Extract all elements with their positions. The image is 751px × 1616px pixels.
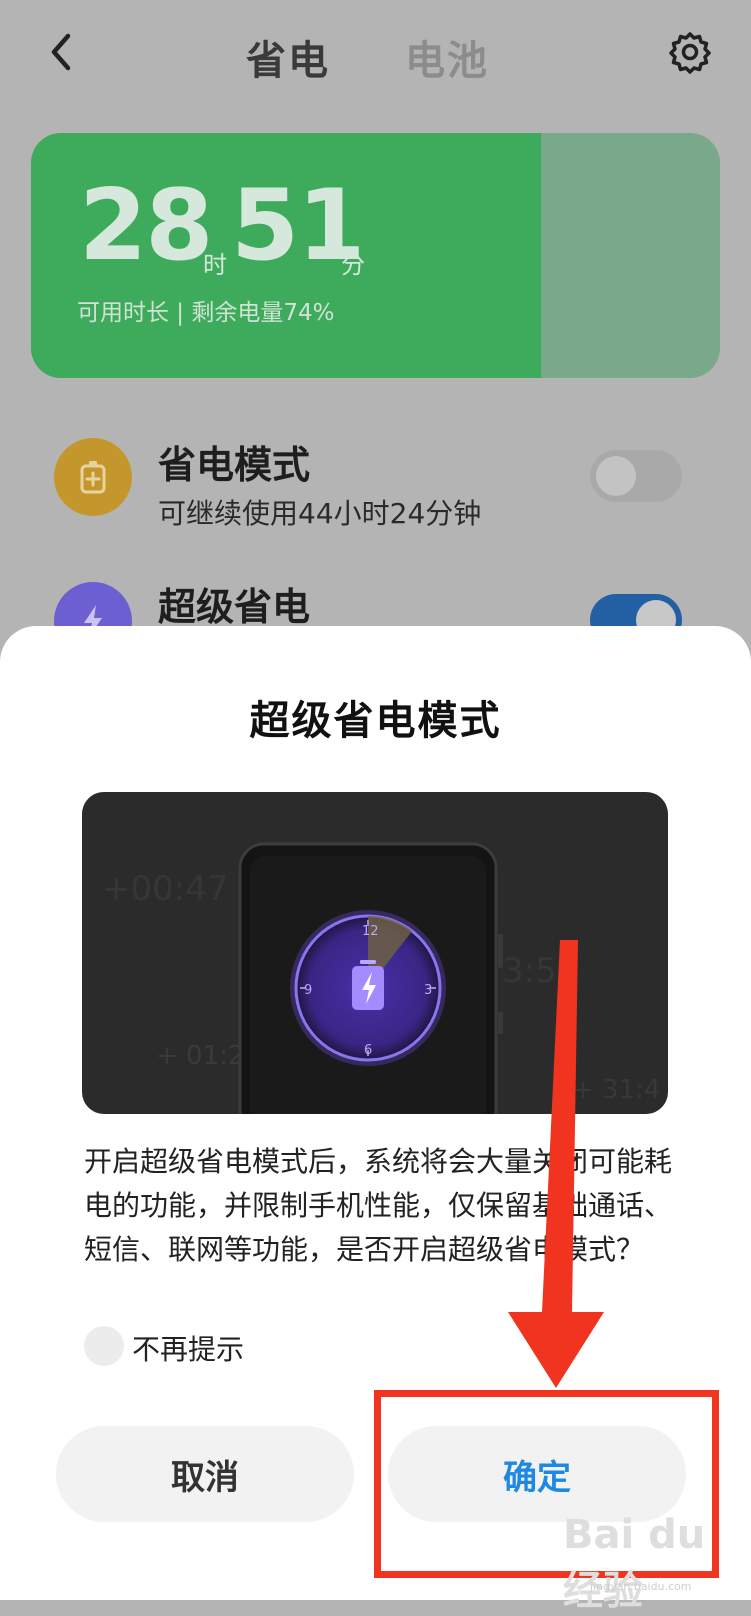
watermark-url: jingyan.baidu.com <box>590 1580 692 1593</box>
annotation-arrow <box>508 940 604 1388</box>
watermark-logo: Bai du 经验 <box>563 1512 706 1614</box>
